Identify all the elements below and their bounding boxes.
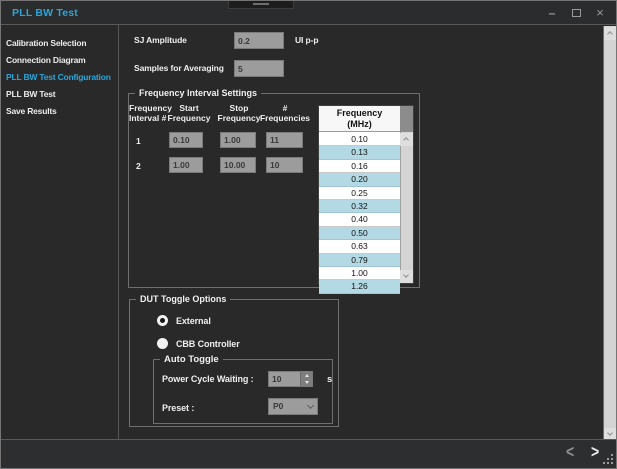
frequency-table-header: Frequency (MHz) xyxy=(319,106,400,132)
chevron-up-icon xyxy=(403,137,409,143)
frequency-table-scrollbar[interactable] xyxy=(400,106,413,283)
window-title: PLL BW Test xyxy=(12,7,78,19)
external-radio[interactable] xyxy=(157,315,168,326)
cbb-controller-radio[interactable] xyxy=(157,338,168,349)
frequency-row: 0.50 xyxy=(319,227,400,240)
interval-2-count-input[interactable] xyxy=(266,157,303,173)
power-cycle-waiting-spinner xyxy=(268,371,313,387)
interval-1-stop-input[interactable] xyxy=(220,132,256,148)
frequency-scroll-down-button[interactable] xyxy=(400,270,413,283)
close-icon: × xyxy=(596,5,604,20)
chevron-up-icon xyxy=(607,31,613,37)
minimize-icon: – xyxy=(549,6,556,20)
frequency-row: 0.32 xyxy=(319,200,400,213)
interval-2-index: 2 xyxy=(136,161,141,171)
preset-dropdown[interactable]: P0 xyxy=(268,398,318,415)
next-page-button[interactable]: > xyxy=(591,441,599,461)
previous-page-button[interactable]: < xyxy=(566,441,574,461)
frequency-row: 0.40 xyxy=(319,213,400,226)
window-drag-handle[interactable] xyxy=(228,1,294,9)
sj-amplitude-unit: UI p-p xyxy=(295,35,318,45)
content-scroll-up-button[interactable] xyxy=(604,27,617,40)
title-bar: PLL BW Test – × xyxy=(1,1,616,25)
preset-dropdown-value: P0 xyxy=(273,401,283,411)
sidebar-item-connection-diagram[interactable]: Connection Diagram xyxy=(1,52,118,69)
column-header-start-frequency: Start Frequency xyxy=(167,104,211,123)
preset-label: Preset : xyxy=(162,403,194,413)
auto-toggle-title: Auto Toggle xyxy=(160,354,223,365)
sidebar: Calibration Selection Connection Diagram… xyxy=(1,25,118,439)
sidebar-item-pll-bw-test[interactable]: PLL BW Test xyxy=(1,86,118,103)
interval-1-index: 1 xyxy=(136,136,141,146)
frequency-row: 0.13 xyxy=(319,146,400,159)
bottom-bar: < > xyxy=(1,440,617,469)
minimize-button[interactable]: – xyxy=(544,6,560,20)
spinner-up-button[interactable] xyxy=(300,372,312,379)
sj-amplitude-input[interactable] xyxy=(234,32,284,49)
resize-grip-icon[interactable] xyxy=(611,462,613,464)
chevron-down-icon xyxy=(403,272,409,278)
spinner-up-icon xyxy=(305,374,309,377)
chevron-down-icon xyxy=(607,430,613,436)
sidebar-item-pll-bw-test-configuration[interactable]: PLL BW Test Configuration xyxy=(1,69,118,86)
cbb-controller-radio-label[interactable]: CBB Controller xyxy=(176,339,240,349)
interval-2-stop-input[interactable] xyxy=(220,157,256,173)
frequency-row: 0.25 xyxy=(319,187,400,200)
samples-for-averaging-label: Samples for Averaging xyxy=(134,63,224,73)
spinner-down-button[interactable] xyxy=(300,379,312,386)
dut-toggle-options-title: DUT Toggle Options xyxy=(136,294,230,304)
frequency-table: Frequency (MHz) 0.10 0.13 0.16 0.20 0.25… xyxy=(318,105,414,284)
power-cycle-waiting-label: Power Cycle Waiting : xyxy=(162,374,254,384)
frequency-row: 0.79 xyxy=(319,254,400,267)
power-cycle-waiting-unit: s xyxy=(327,374,332,385)
drag-handle-icon xyxy=(253,3,269,5)
sidebar-item-save-results[interactable]: Save Results xyxy=(1,103,118,120)
column-header-num-frequencies: # Frequencies xyxy=(259,104,311,123)
interval-1-count-input[interactable] xyxy=(266,132,303,148)
frequency-scroll-up-button[interactable] xyxy=(400,133,413,146)
frequency-row: 0.20 xyxy=(319,173,400,186)
frequency-row: 1.26 xyxy=(319,280,400,293)
maximize-icon xyxy=(572,9,581,17)
maximize-button[interactable] xyxy=(568,6,584,20)
frequency-scrollbar-track[interactable] xyxy=(400,132,413,283)
frequency-row: 1.00 xyxy=(319,267,400,280)
interval-2-start-input[interactable] xyxy=(169,157,203,173)
frequency-interval-settings-title: Frequency Interval Settings xyxy=(135,88,261,98)
samples-for-averaging-input[interactable] xyxy=(234,60,284,77)
close-button[interactable]: × xyxy=(592,6,608,20)
sidebar-item-calibration-selection[interactable]: Calibration Selection xyxy=(1,35,118,52)
frequency-row: 0.16 xyxy=(319,160,400,173)
column-header-stop-frequency: Stop Frequency xyxy=(217,104,261,123)
dropdown-chevron-icon xyxy=(307,402,314,409)
sj-amplitude-label: SJ Amplitude xyxy=(134,35,187,45)
content-scrollbar[interactable] xyxy=(603,26,617,442)
frequency-row: 0.10 xyxy=(319,133,400,146)
external-radio-label[interactable]: External xyxy=(176,316,211,326)
pll-bw-test-window: PLL BW Test – × Calibration Selection Co… xyxy=(0,0,617,469)
spinner-down-icon xyxy=(305,381,309,384)
interval-1-start-input[interactable] xyxy=(169,132,203,148)
frequency-table-rows: 0.10 0.13 0.16 0.20 0.25 0.32 0.40 0.50 … xyxy=(319,133,400,283)
sidebar-divider xyxy=(118,25,119,439)
frequency-row: 0.63 xyxy=(319,240,400,253)
power-cycle-waiting-input[interactable] xyxy=(269,372,301,386)
